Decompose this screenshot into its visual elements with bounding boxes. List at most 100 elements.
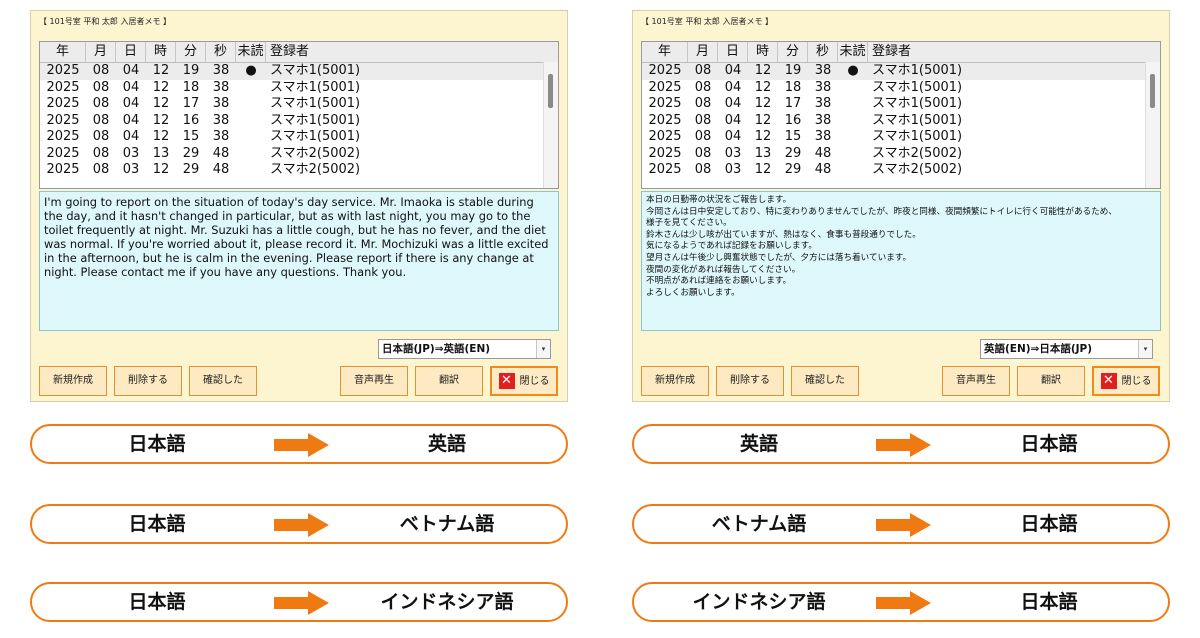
x-icon: ✕ <box>1100 373 1117 389</box>
cell-year: 2025 <box>648 145 682 161</box>
table-header: 年 月 日 時 分 秒 未読 登録者 <box>40 42 558 63</box>
column-header-minute[interactable]: 分 <box>778 42 808 62</box>
arrow-right-icon <box>274 591 329 615</box>
table-row[interactable]: 2025 08 04 12 17 38 スマホ1(5001) <box>642 96 1160 113</box>
column-header-second[interactable]: 秒 <box>808 42 838 62</box>
language-select[interactable]: 英語(EN)⇒日本語(JP) ▾ <box>980 339 1153 359</box>
cell-day: 04 <box>724 96 742 111</box>
unread-dot-icon: ● <box>245 63 257 78</box>
column-header-registrant[interactable]: 登録者 <box>266 42 558 62</box>
table-row[interactable]: 2025 08 04 12 19 38 ● スマホ1(5001) <box>642 63 1160 80</box>
column-header-hour[interactable]: 時 <box>748 42 778 62</box>
table-row[interactable]: 2025 08 03 13 29 48 スマホ2(5002) <box>40 146 558 163</box>
table-row[interactable]: 2025 08 04 12 19 38 ● スマホ1(5001) <box>40 63 558 80</box>
close-button[interactable]: ✕ 閉じる <box>1092 366 1160 396</box>
new-memo-button[interactable]: 新規作成 <box>39 366 107 396</box>
new-memo-button[interactable]: 新規作成 <box>641 366 709 396</box>
play-audio-button[interactable]: 音声再生 <box>942 366 1010 396</box>
column-header-year[interactable]: 年 <box>40 42 86 62</box>
table-row[interactable]: 2025 08 04 12 18 38 スマホ1(5001) <box>40 80 558 97</box>
cell-hour: 12 <box>754 162 772 177</box>
chevron-down-icon[interactable]: ▾ <box>536 340 550 358</box>
cell-second: 38 <box>212 129 230 144</box>
delete-button[interactable]: 削除する <box>716 366 784 396</box>
translate-button[interactable]: 翻訳 <box>415 366 483 396</box>
cell-minute: 19 <box>182 63 200 78</box>
table-row[interactable]: 2025 08 03 12 29 48 スマホ2(5002) <box>40 162 558 179</box>
unread-dot-icon <box>236 113 266 130</box>
table-row[interactable]: 2025 08 03 12 29 48 スマホ2(5002) <box>642 162 1160 179</box>
table-row[interactable]: 2025 08 03 13 29 48 スマホ2(5002) <box>642 146 1160 163</box>
cell-registrant: スマホ1(5001) <box>270 63 361 78</box>
language-select-value: 英語(EN)⇒日本語(JP) <box>984 343 1093 355</box>
target-language: 英語 <box>427 433 466 455</box>
cell-registrant: スマホ1(5001) <box>872 112 963 128</box>
cell-registrant: スマホ1(5001) <box>872 63 963 78</box>
cell-month: 08 <box>694 79 712 95</box>
column-header-unread[interactable]: 未読 <box>838 42 868 62</box>
message-text-area[interactable]: 本日の日勤帯の状況をご報告します。 今岡さんは日中安定しており、特に変わりありま… <box>641 191 1161 331</box>
column-header-unread[interactable]: 未読 <box>236 42 266 62</box>
scrollbar-thumb[interactable] <box>1150 74 1155 108</box>
translation-pair-ja-en: 日本語 英語 <box>30 424 568 464</box>
column-header-month[interactable]: 月 <box>86 42 116 62</box>
table-row[interactable]: 2025 08 04 12 15 38 スマホ1(5001) <box>642 129 1160 146</box>
cell-year: 2025 <box>46 112 80 128</box>
cell-minute: 16 <box>182 112 200 128</box>
cell-hour: 12 <box>754 96 772 111</box>
message-line: 望月さんは午後少し興奮状態でしたが、夕方には落ち着いています。 <box>646 252 912 263</box>
cell-minute: 29 <box>182 162 200 177</box>
cell-day: 04 <box>122 129 140 144</box>
column-header-second[interactable]: 秒 <box>206 42 236 62</box>
cell-minute: 16 <box>784 112 802 128</box>
table-row[interactable]: 2025 08 04 12 18 38 スマホ1(5001) <box>642 80 1160 97</box>
cell-minute: 17 <box>784 96 802 111</box>
table-row[interactable]: 2025 08 04 12 17 38 スマホ1(5001) <box>40 96 558 113</box>
chevron-down-icon[interactable]: ▾ <box>1138 340 1152 358</box>
cell-month: 08 <box>694 63 712 78</box>
cell-year: 2025 <box>46 79 80 95</box>
cell-day: 04 <box>724 79 742 95</box>
table-row[interactable]: 2025 08 04 12 15 38 スマホ1(5001) <box>40 129 558 146</box>
message-line: 様子を見てください。 <box>646 218 732 229</box>
cell-hour: 12 <box>152 96 170 111</box>
cell-second: 48 <box>212 145 230 161</box>
vertical-scrollbar[interactable] <box>543 62 558 188</box>
column-header-hour[interactable]: 時 <box>146 42 176 62</box>
confirm-button[interactable]: 確認した <box>791 366 859 396</box>
target-language: 日本語 <box>1020 433 1078 455</box>
cell-day: 03 <box>724 145 742 161</box>
scrollbar-thumb[interactable] <box>548 74 553 108</box>
play-audio-button[interactable]: 音声再生 <box>340 366 408 396</box>
close-button[interactable]: ✕ 閉じる <box>490 366 558 396</box>
cell-year: 2025 <box>648 129 682 144</box>
cell-month: 08 <box>694 145 712 161</box>
cell-second: 48 <box>814 162 832 177</box>
column-header-registrant[interactable]: 登録者 <box>868 42 1160 62</box>
column-header-year[interactable]: 年 <box>642 42 688 62</box>
table-row[interactable]: 2025 08 04 12 16 38 スマホ1(5001) <box>642 113 1160 130</box>
unread-dot-icon <box>838 80 868 97</box>
delete-button[interactable]: 削除する <box>114 366 182 396</box>
column-header-day[interactable]: 日 <box>116 42 146 62</box>
translate-button[interactable]: 翻訳 <box>1017 366 1085 396</box>
message-text: I'm going to report on the situation of … <box>44 195 549 279</box>
vertical-scrollbar[interactable] <box>1145 62 1160 188</box>
cell-registrant: スマホ2(5002) <box>270 162 361 177</box>
arrow-right-icon <box>876 513 931 537</box>
column-header-minute[interactable]: 分 <box>176 42 206 62</box>
cell-registrant: スマホ1(5001) <box>872 129 963 144</box>
unread-dot-icon <box>838 162 868 179</box>
cell-second: 38 <box>814 63 832 78</box>
column-header-day[interactable]: 日 <box>718 42 748 62</box>
close-button-label: 閉じる <box>1121 376 1152 387</box>
table-row[interactable]: 2025 08 04 12 16 38 スマホ1(5001) <box>40 113 558 130</box>
message-text-area[interactable]: I'm going to report on the situation of … <box>39 191 559 331</box>
cell-day: 04 <box>122 96 140 111</box>
cell-year: 2025 <box>46 63 80 78</box>
column-header-month[interactable]: 月 <box>688 42 718 62</box>
cell-day: 04 <box>122 112 140 128</box>
language-select[interactable]: 日本語(JP)⇒英語(EN) ▾ <box>378 339 551 359</box>
confirm-button[interactable]: 確認した <box>189 366 257 396</box>
unread-dot-icon <box>236 146 266 163</box>
